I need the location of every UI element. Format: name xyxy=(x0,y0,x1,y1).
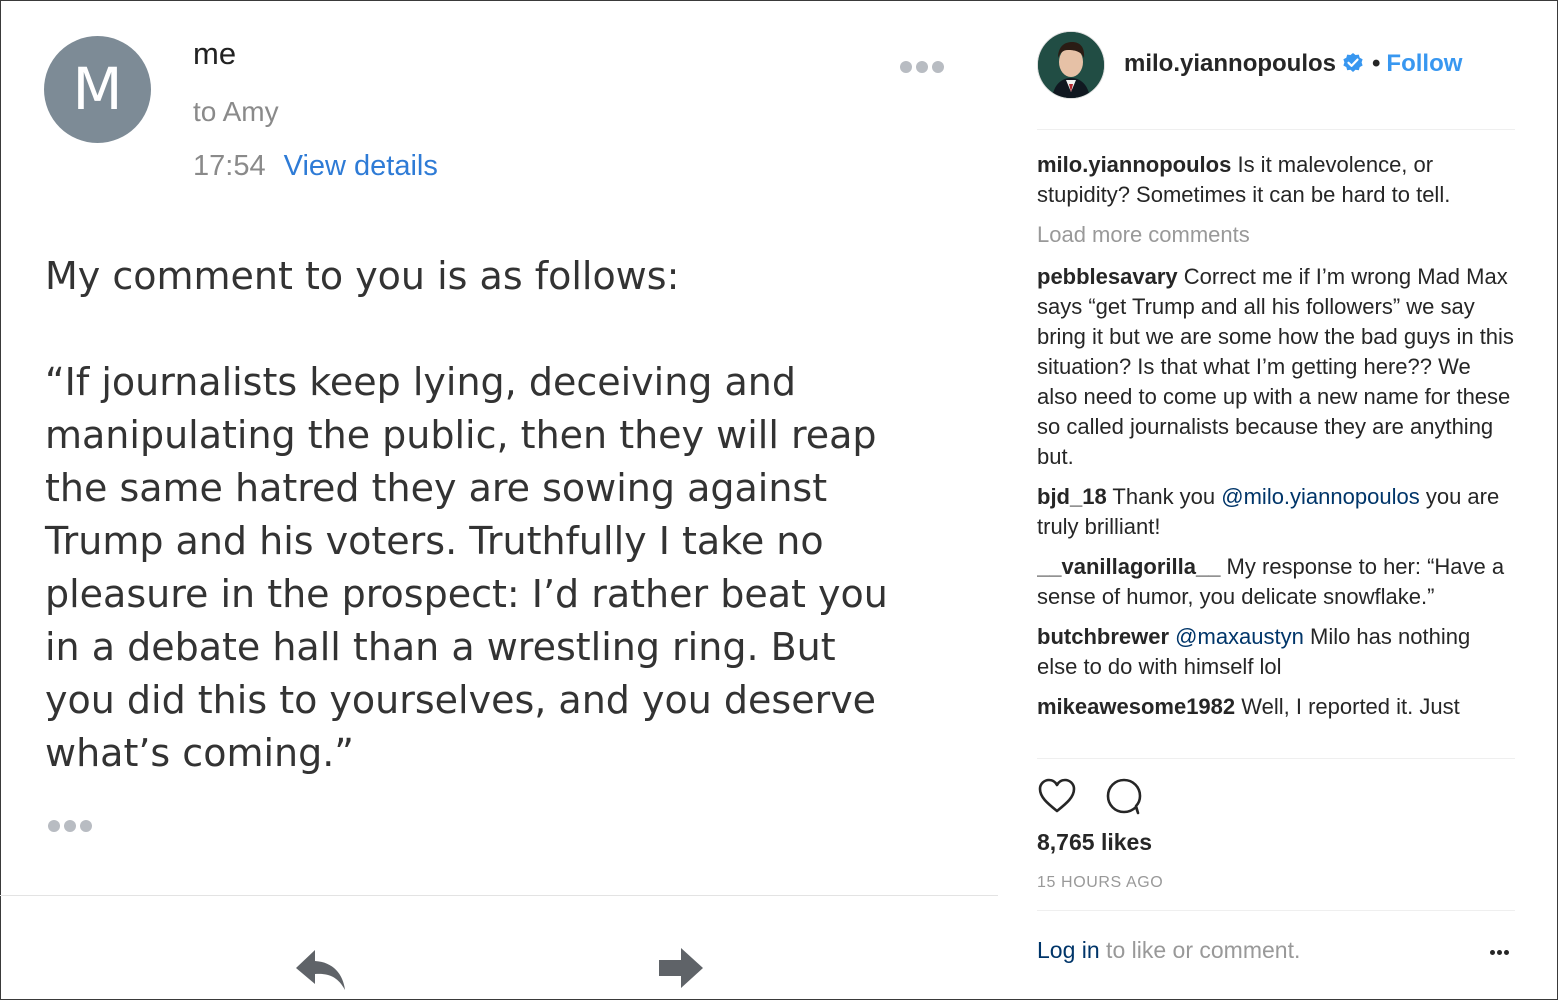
view-details-link[interactable]: View details xyxy=(284,150,438,182)
post-timestamp: 15 HOURS AGO xyxy=(1037,874,1164,891)
comment-text: Thank you xyxy=(1106,484,1222,509)
comment-item: __vanillagorilla__ My response to her: “… xyxy=(1037,552,1515,612)
comment-username[interactable]: bjd_18 xyxy=(1037,484,1107,509)
reply-icon[interactable] xyxy=(293,946,349,992)
comment-mention-link[interactable]: @maxaustyn xyxy=(1175,624,1304,649)
email-time: 17:54 xyxy=(193,150,266,182)
comment-username[interactable]: pebblesavary xyxy=(1037,264,1178,289)
comment-item: butchbrewer @maxaustyn Milo has nothing … xyxy=(1037,622,1515,682)
separator-dot: • xyxy=(1372,50,1381,77)
email-body: My comment to you is as follows: “If jou… xyxy=(45,250,945,780)
email-body-line: “If journalists keep lying, deceiving an… xyxy=(45,360,796,404)
login-prompt-text: to like or comment. xyxy=(1099,937,1301,963)
post-header: milo.yiannopoulos • Follow xyxy=(1124,50,1462,81)
login-prompt: Log in to like or comment. xyxy=(1037,937,1300,964)
forward-icon[interactable] xyxy=(655,946,711,992)
instagram-pane: milo.yiannopoulos • Follow milo.yiannopoul… xyxy=(999,0,1558,1000)
sender-name: me xyxy=(193,36,237,71)
email-body-line: you did this to yourselves, and you dese… xyxy=(45,678,877,722)
comment-item: mikeawesome1982 Well, I reported it. Jus… xyxy=(1037,692,1515,722)
likes-count[interactable]: 8,765 likes xyxy=(1037,829,1152,856)
comment-username[interactable]: mikeawesome1982 xyxy=(1037,694,1235,719)
email-body-line: in a debate hall than a wrestling ring. … xyxy=(45,625,836,669)
comment-text: Correct me if I’m wrong Mad Max says “ge… xyxy=(1037,264,1514,469)
comment-item: bjd_18 Thank you @milo.yiannopoulos you … xyxy=(1037,482,1515,542)
email-body-line: the same hatred they are sowing against xyxy=(45,466,828,510)
comment-mention-link[interactable]: @milo.yiannopoulos xyxy=(1221,484,1419,509)
profile-avatar[interactable] xyxy=(1037,31,1105,99)
comment-item: pebblesavary Correct me if I’m wrong Mad… xyxy=(1037,262,1515,472)
heart-icon[interactable] xyxy=(1037,776,1077,816)
email-body-line: what’s coming.” xyxy=(45,731,354,775)
divider xyxy=(1037,910,1515,911)
email-more-options-icon[interactable] xyxy=(900,60,948,74)
email-pane: M me to Amy 17:54 View details My commen… xyxy=(0,0,998,1000)
comment-text: Well, I reported it. Just xyxy=(1235,694,1460,719)
divider xyxy=(1037,129,1515,130)
comment-username[interactable]: butchbrewer xyxy=(1037,624,1169,649)
email-body-line: Trump and his voters. Truthfully I take … xyxy=(45,519,824,563)
login-link[interactable]: Log in xyxy=(1037,937,1100,963)
email-body-line: pleasure in the prospect: I’d rather bea… xyxy=(45,572,888,616)
follow-button[interactable]: Follow xyxy=(1386,50,1462,77)
comments-list: milo.yiannopoulos Is it malevolence, or … xyxy=(1037,150,1515,756)
comment-username[interactable]: __vanillagorilla__ xyxy=(1037,554,1220,579)
email-body-intro: My comment to you is as follows: xyxy=(45,254,680,298)
verified-badge-icon xyxy=(1342,52,1364,81)
divider xyxy=(1037,758,1515,759)
email-meta: 17:54 View details xyxy=(193,150,438,183)
comment-username[interactable]: milo.yiannopoulos xyxy=(1037,152,1231,177)
more-options-icon[interactable] xyxy=(1490,950,1514,958)
comment-icon[interactable] xyxy=(1104,776,1144,816)
recipient-line: to Amy xyxy=(193,96,279,127)
show-trimmed-content-icon[interactable] xyxy=(48,819,96,833)
load-more-comments-button[interactable]: Load more comments xyxy=(1037,220,1515,250)
post-caption: milo.yiannopoulos Is it malevolence, or … xyxy=(1037,150,1515,210)
email-body-line: manipulating the public, then they will … xyxy=(45,413,877,457)
sender-avatar: M xyxy=(44,36,151,143)
divider xyxy=(0,895,998,896)
header-username[interactable]: milo.yiannopoulos xyxy=(1124,50,1336,77)
